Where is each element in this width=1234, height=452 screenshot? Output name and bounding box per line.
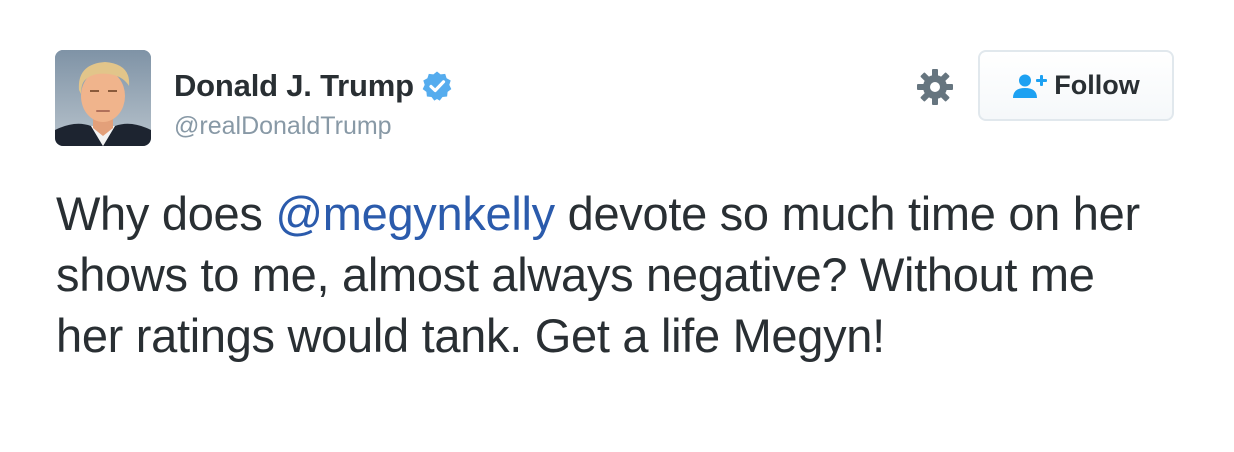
follow-label: Follow xyxy=(1054,70,1140,100)
tweet-text: Why does @megynkelly devote so much time… xyxy=(56,183,1166,366)
author-handle[interactable]: @realDonaldTrump xyxy=(174,112,453,141)
follow-button[interactable]: Follow xyxy=(978,50,1174,121)
add-user-icon xyxy=(1013,74,1048,98)
mention-link[interactable]: @megynkelly xyxy=(275,187,555,240)
gear-icon[interactable] xyxy=(916,68,954,106)
avatar[interactable] xyxy=(55,50,151,146)
verified-badge-icon xyxy=(422,71,452,101)
author-display-name[interactable]: Donald J. Trump xyxy=(174,68,414,104)
avatar-portrait-image xyxy=(55,50,151,146)
author-name-row: Donald J. Trump xyxy=(174,66,453,106)
tweet-card: Donald J. Trump @realDonaldTrump Follow … xyxy=(0,0,1234,452)
tweet-text-start: Why does xyxy=(56,187,276,240)
tweet-author[interactable]: Donald J. Trump @realDonaldTrump xyxy=(174,66,453,141)
